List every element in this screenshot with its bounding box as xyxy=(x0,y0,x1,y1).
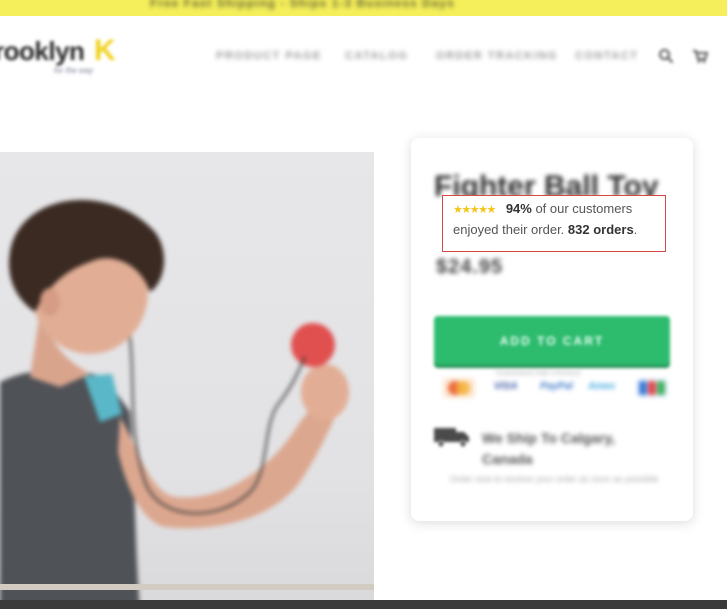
add-to-cart-button[interactable]: ADD TO CART xyxy=(434,316,670,365)
main-nav: PRODUCT PAGE CATALOG ORDER TRACKING CONT… xyxy=(0,50,727,64)
mastercard-icon xyxy=(443,378,475,398)
product-image xyxy=(0,152,374,609)
nav-catalog[interactable]: CATALOG xyxy=(345,50,408,62)
product-photo-illustration xyxy=(0,199,349,609)
review-summary-line1: ★★★★★ 94% of our customers xyxy=(453,201,632,218)
product-price: $24.95 xyxy=(436,256,504,278)
truck-icon xyxy=(434,428,469,448)
review-text1: of our customers xyxy=(531,201,633,216)
payment-paypal: PayPal xyxy=(540,381,573,392)
star-rating-icon: ★★★★★ xyxy=(453,204,496,216)
review-text2: enjoyed their order. xyxy=(453,222,568,237)
review-percent: 94% xyxy=(505,201,532,216)
shipping-subtitle: Order now to receive your order as soon … xyxy=(449,474,659,484)
nav-order-tracking[interactable]: ORDER TRACKING xyxy=(436,50,558,62)
shipping-title: We Ship To Calgary, Canada xyxy=(482,430,616,467)
secure-checkout-text: Guaranteed Safe Checkout xyxy=(496,370,581,377)
search-icon[interactable] xyxy=(658,48,674,64)
footer-edge xyxy=(0,600,727,609)
review-summary-line2: enjoyed their order. 832 orders. xyxy=(453,222,637,238)
nav-contact[interactable]: CONTACT xyxy=(575,50,638,62)
logo-tagline: for the way xyxy=(54,66,94,75)
cart-icon[interactable] xyxy=(692,48,708,64)
wall-trim xyxy=(0,584,374,590)
jcb-icon xyxy=(636,378,668,398)
payment-amex: Amex xyxy=(588,381,616,392)
review-period: . xyxy=(633,222,638,237)
announcement-text: Free Fast Shipping - Ships 1-3 Business … xyxy=(150,0,455,10)
page-spacer xyxy=(374,568,727,600)
payment-visa: VISA xyxy=(494,381,518,392)
nav-product-page[interactable]: PRODUCT PAGE xyxy=(216,50,322,62)
review-orders: 832 orders xyxy=(567,222,634,237)
announcement-bar: Free Fast Shipping - Ships 1-3 Business … xyxy=(0,0,727,16)
